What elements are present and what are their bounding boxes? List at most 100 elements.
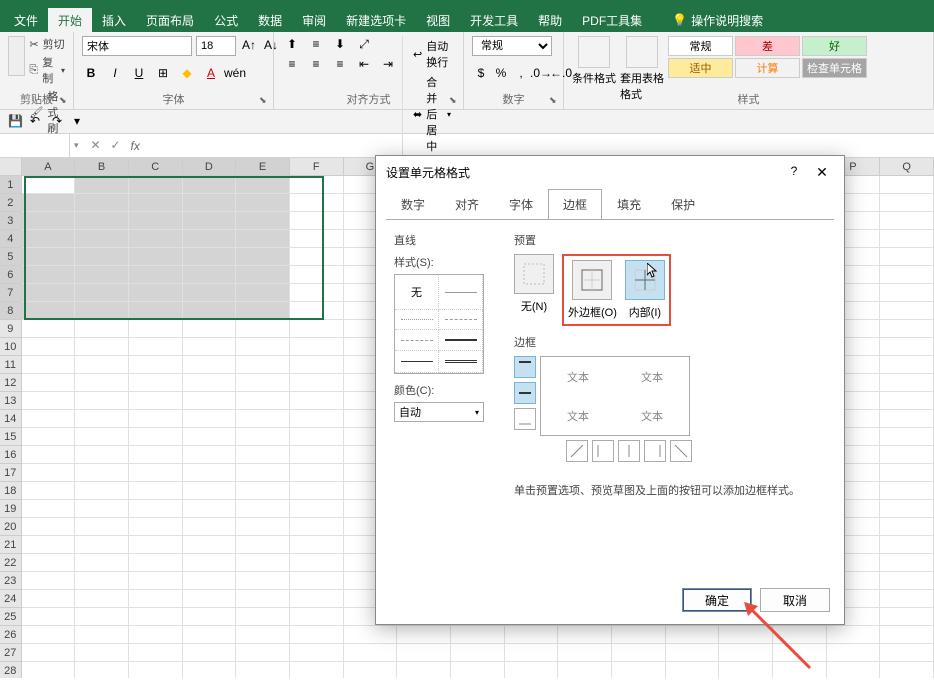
currency-button[interactable]: $ (472, 64, 490, 82)
cell[interactable] (236, 392, 290, 410)
cell[interactable] (183, 608, 237, 626)
increase-font-button[interactable]: A↑ (240, 36, 258, 54)
cell[interactable] (451, 644, 505, 662)
cell[interactable] (183, 464, 237, 482)
border-right-button[interactable] (644, 440, 666, 462)
line-style-3[interactable] (439, 310, 483, 330)
cell[interactable] (880, 464, 934, 482)
col-header-D[interactable]: D (183, 158, 237, 176)
cell[interactable] (22, 644, 76, 662)
cell[interactable] (666, 626, 720, 644)
cell[interactable] (236, 338, 290, 356)
cell[interactable] (773, 626, 827, 644)
cell[interactable] (290, 248, 344, 266)
cell[interactable] (719, 626, 773, 644)
cell[interactable] (827, 644, 881, 662)
cell[interactable] (129, 626, 183, 644)
cell[interactable] (880, 590, 934, 608)
cell[interactable] (290, 338, 344, 356)
cell[interactable] (290, 194, 344, 212)
style-normal[interactable]: 常规 (668, 36, 733, 56)
cell[interactable] (773, 662, 827, 678)
row-header-16[interactable]: 16 (0, 446, 22, 464)
cell[interactable] (290, 284, 344, 302)
preset-outline-button[interactable]: 外边框(O) (568, 260, 617, 320)
cell[interactable] (183, 662, 237, 678)
row-header-3[interactable]: 3 (0, 212, 22, 230)
cell[interactable] (290, 446, 344, 464)
cell[interactable] (183, 302, 237, 320)
cell[interactable] (880, 410, 934, 428)
cell[interactable] (880, 572, 934, 590)
font-launcher[interactable]: ⬊ (259, 95, 271, 107)
cell[interactable] (880, 626, 934, 644)
style-neutral[interactable]: 适中 (668, 58, 733, 78)
cell[interactable] (612, 626, 666, 644)
row-header-5[interactable]: 5 (0, 248, 22, 266)
cell[interactable] (236, 464, 290, 482)
cell[interactable] (129, 356, 183, 374)
cell[interactable] (290, 428, 344, 446)
cell[interactable] (558, 626, 612, 644)
tab-insert[interactable]: 插入 (92, 8, 136, 33)
cell[interactable] (236, 428, 290, 446)
row-header-19[interactable]: 19 (0, 500, 22, 518)
cell[interactable] (880, 554, 934, 572)
comma-button[interactable]: , (512, 64, 530, 82)
cell[interactable] (236, 320, 290, 338)
tab-help[interactable]: 帮助 (528, 8, 572, 33)
col-header-C[interactable]: C (129, 158, 183, 176)
cell[interactable] (129, 464, 183, 482)
cell[interactable] (129, 374, 183, 392)
border-diag-up-button[interactable] (566, 440, 588, 462)
cell[interactable] (397, 626, 451, 644)
cell[interactable] (880, 266, 934, 284)
row-header-9[interactable]: 9 (0, 320, 22, 338)
cell[interactable] (880, 392, 934, 410)
cell[interactable] (183, 428, 237, 446)
cell[interactable] (75, 302, 129, 320)
cell[interactable] (505, 644, 559, 662)
dlg-tab-protection[interactable]: 保护 (656, 189, 710, 220)
tab-data[interactable]: 数据 (248, 8, 292, 33)
cell[interactable] (22, 374, 76, 392)
cell[interactable] (129, 248, 183, 266)
cell[interactable] (22, 266, 76, 284)
cell[interactable] (183, 590, 237, 608)
cell[interactable] (236, 626, 290, 644)
select-all-corner[interactable] (0, 158, 22, 176)
cell[interactable] (75, 482, 129, 500)
merge-center-button[interactable]: ⬌合并后居中▾ (409, 72, 455, 156)
cell[interactable] (183, 446, 237, 464)
cell[interactable] (397, 662, 451, 678)
cell[interactable] (290, 590, 344, 608)
cell[interactable] (75, 428, 129, 446)
row-header-4[interactable]: 4 (0, 230, 22, 248)
cell[interactable] (75, 554, 129, 572)
font-size-select[interactable] (196, 36, 236, 56)
cell[interactable] (129, 644, 183, 662)
cell[interactable] (183, 194, 237, 212)
cell[interactable] (129, 428, 183, 446)
cell[interactable] (880, 176, 934, 194)
cell[interactable] (75, 590, 129, 608)
cell[interactable] (666, 644, 720, 662)
cell[interactable] (236, 266, 290, 284)
cell[interactable] (290, 626, 344, 644)
cell[interactable] (22, 320, 76, 338)
preset-none-button[interactable]: 无(N) (514, 254, 554, 326)
row-header-23[interactable]: 23 (0, 572, 22, 590)
cell[interactable] (183, 500, 237, 518)
cell[interactable] (129, 338, 183, 356)
cell[interactable] (129, 212, 183, 230)
cell[interactable] (880, 662, 934, 678)
cell[interactable] (22, 626, 76, 644)
cell[interactable] (183, 320, 237, 338)
cell[interactable] (236, 518, 290, 536)
border-preview[interactable]: 文本 文本 文本 文本 (540, 356, 690, 436)
cell[interactable] (183, 248, 237, 266)
cell[interactable] (129, 446, 183, 464)
cell[interactable] (236, 230, 290, 248)
cell[interactable] (75, 626, 129, 644)
font-name-select[interactable] (82, 36, 192, 56)
